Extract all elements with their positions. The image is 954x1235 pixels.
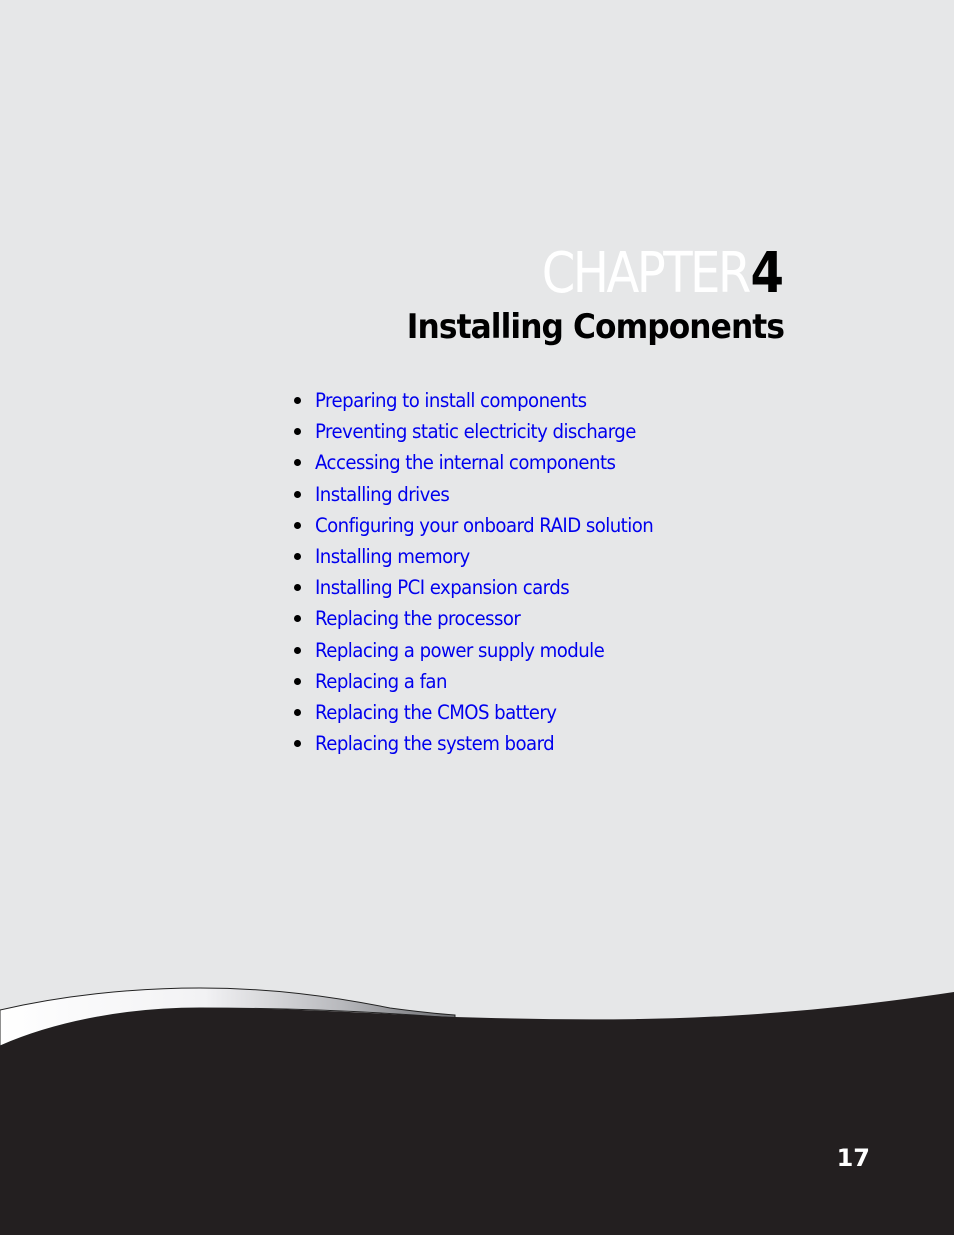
list-item: Configuring your onboard RAID solution xyxy=(290,510,679,541)
chapter-title: Installing Components xyxy=(406,307,785,347)
list-item: Installing PCI expansion cards xyxy=(290,572,679,603)
list-item: Replacing the CMOS battery xyxy=(290,697,679,728)
topic-link-replacing-fan[interactable]: Replacing a fan xyxy=(315,670,447,693)
topic-link-installing-pci-cards[interactable]: Installing PCI expansion cards xyxy=(315,576,570,599)
bullet-icon xyxy=(294,490,301,498)
topic-link-replacing-system-board[interactable]: Replacing the system board xyxy=(315,732,555,755)
bullet-icon xyxy=(294,677,301,685)
bullet-icon xyxy=(294,428,301,436)
topic-link-preparing-to-install-components[interactable]: Preparing to install components xyxy=(315,389,587,412)
chapter-label: CHAPTER xyxy=(541,241,752,306)
topic-link-installing-memory[interactable]: Installing memory xyxy=(315,545,470,568)
topic-link-replacing-power-supply[interactable]: Replacing a power supply module xyxy=(315,639,605,662)
bullet-icon xyxy=(294,521,301,529)
bullet-icon xyxy=(294,584,301,592)
topic-link-replacing-cmos-battery[interactable]: Replacing the CMOS battery xyxy=(315,701,557,724)
list-item: Replacing the processor xyxy=(290,603,679,634)
chapter-number: 4 xyxy=(750,241,784,306)
topic-link-configuring-raid[interactable]: Configuring your onboard RAID solution xyxy=(315,514,654,537)
list-item: Installing drives xyxy=(290,479,679,510)
list-item: Replacing the system board xyxy=(290,728,679,759)
bullet-icon xyxy=(294,553,301,561)
bullet-icon xyxy=(294,740,301,748)
topic-link-installing-drives[interactable]: Installing drives xyxy=(315,483,450,506)
chapter-heading: CHAPTER 4 xyxy=(508,246,784,306)
list-item: Preventing static electricity discharge xyxy=(290,416,679,447)
bullet-icon xyxy=(294,708,301,716)
footer-dark-band xyxy=(0,992,954,1235)
bullet-icon xyxy=(294,646,301,654)
page-number: 17 xyxy=(836,1144,870,1172)
list-item: Replacing a fan xyxy=(290,666,679,697)
topic-link-preventing-static-electricity-discharge[interactable]: Preventing static electricity discharge xyxy=(315,420,636,443)
list-item: Preparing to install components xyxy=(290,385,679,416)
footer-wave-decoration xyxy=(0,987,954,1235)
topic-link-accessing-internal-components[interactable]: Accessing the internal components xyxy=(315,451,616,474)
topic-link-replacing-processor[interactable]: Replacing the processor xyxy=(315,607,521,630)
bullet-icon xyxy=(294,459,301,467)
chapter-topic-list: Preparing to install components Preventi… xyxy=(290,385,679,759)
list-item: Replacing a power supply module xyxy=(290,635,679,666)
list-item: Accessing the internal components xyxy=(290,447,679,478)
bullet-icon xyxy=(294,397,301,405)
list-item: Installing memory xyxy=(290,541,679,572)
bullet-icon xyxy=(294,615,301,623)
